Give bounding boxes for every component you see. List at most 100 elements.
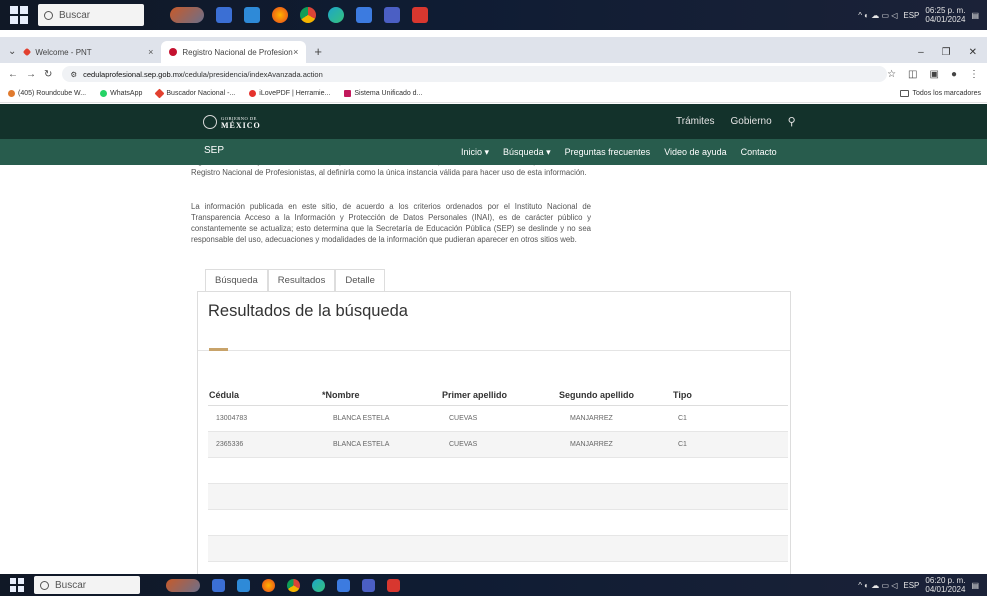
col-cedula[interactable]: Cédula (208, 386, 321, 406)
language-indicator[interactable]: ESP (903, 581, 919, 590)
tab-welcome-pnt[interactable]: Welcome - PNT × (16, 41, 161, 63)
site-info-icon[interactable]: ⚙ (70, 70, 77, 79)
gob-mx-logo[interactable]: GOBIERNO DE MÉXICO (203, 114, 261, 129)
new-tab-icon[interactable]: + (314, 44, 322, 59)
calendar-icon[interactable] (216, 7, 232, 23)
clock[interactable]: 06:20 p. m. 04/01/2024 (925, 576, 965, 594)
notifications-icon[interactable]: ▤ (971, 581, 979, 590)
main-nav: Inicio ▾ Búsqueda ▾ Preguntas frecuentes… (461, 147, 777, 158)
taskbar-apps (170, 7, 428, 23)
nav-video-de-ayuda[interactable]: Video de ayuda (664, 147, 726, 158)
extensions-icon[interactable]: ◫ (908, 69, 917, 80)
cell-tipo: C1 (672, 405, 788, 432)
teams-icon[interactable] (384, 7, 400, 23)
divider (198, 350, 790, 351)
windows-start-icon[interactable] (10, 578, 24, 592)
window-controls: – ❐ ✕ (918, 47, 977, 58)
close-window-icon[interactable]: ✕ (969, 47, 977, 58)
gov-header: GOBIERNO DE MÉXICO Trámites Gobierno ⚲ (0, 104, 987, 139)
tray-icons[interactable]: ^ ◐ ☁ ▭ ◁ (858, 11, 897, 20)
results-table: Cédula *Nombre Primer apellido Segundo a… (208, 386, 788, 574)
chrome-icon[interactable] (300, 7, 316, 23)
bookmark-star-icon[interactable]: ☆ (887, 69, 896, 80)
table-row[interactable]: 13004783 BLANCA ESTELA CUEVAS MANJARREZ … (208, 405, 788, 432)
nav-preguntas-frecuentes[interactable]: Preguntas frecuentes (565, 147, 651, 158)
store-icon[interactable] (356, 7, 372, 23)
calendar-icon[interactable] (212, 578, 225, 592)
subtab-resultados[interactable]: Resultados (267, 269, 336, 291)
disclaimer-paragraph-1: registrados títulos y cuenten con cédula… (191, 165, 591, 177)
all-bookmarks-folder[interactable]: Todos los marcadores (899, 90, 981, 97)
profile-icon[interactable]: ● (951, 69, 957, 80)
caret-down-icon: ▾ (543, 147, 551, 157)
tray-icons[interactable]: ^ ◐ ☁ ▭ ◁ (858, 581, 897, 590)
table-row[interactable]: 2365336 BLANCA ESTELA CUEVAS MANJARREZ C… (208, 431, 788, 458)
fox-icon[interactable] (170, 7, 204, 23)
search-icon[interactable]: ⚲ (788, 115, 796, 128)
edge-icon[interactable] (312, 578, 325, 592)
whatsapp-icon (100, 90, 108, 97)
tab-list-icon[interactable]: ⌄ (8, 46, 16, 57)
chrome-icon[interactable] (287, 578, 300, 592)
pdf-icon[interactable] (412, 7, 428, 23)
bookmark-roundcube[interactable]: (405) Roundcube W... (8, 90, 86, 97)
forward-icon[interactable]: → (26, 69, 36, 80)
store-icon[interactable] (337, 578, 350, 592)
link-tramites[interactable]: Trámites (676, 116, 715, 127)
col-tipo[interactable]: Tipo (672, 386, 788, 406)
pnt-favicon-icon (23, 47, 32, 57)
nav-inicio[interactable]: Inicio ▾ (461, 147, 489, 158)
col-primer-apellido[interactable]: Primer apellido (441, 386, 558, 406)
close-tab-icon[interactable]: × (148, 47, 153, 57)
windows-start-icon[interactable] (10, 6, 28, 24)
pdf-icon[interactable] (387, 578, 400, 592)
link-gobierno[interactable]: Gobierno (731, 116, 772, 127)
edge-icon[interactable] (328, 7, 344, 23)
url-field[interactable]: ⚙ cedulaprofesional.sep.gob.mx/cedula/pr… (62, 66, 888, 82)
fox-icon[interactable] (166, 578, 200, 592)
subtab-detalle[interactable]: Detalle (335, 269, 385, 291)
page-content: registrados títulos y cuenten con cédula… (0, 165, 987, 574)
language-indicator[interactable]: ESP (903, 11, 919, 20)
minimize-icon[interactable]: – (918, 47, 924, 58)
reload-icon[interactable]: ↻ (44, 69, 52, 80)
bookmark-sistema-unificado[interactable]: Sistema Unificado d... (344, 90, 422, 97)
empty-row (208, 509, 788, 536)
sep-title[interactable]: SEP (204, 145, 224, 156)
mail-icon[interactable] (237, 578, 250, 592)
notifications-icon[interactable]: ▤ (971, 11, 979, 20)
close-tab-icon[interactable]: × (293, 47, 298, 57)
toolbar-icons: ☆ ◫ ▣ ● ⋮ (887, 69, 979, 80)
empty-row (208, 457, 788, 484)
firefox-icon[interactable] (262, 578, 275, 592)
teams-icon[interactable] (362, 578, 375, 592)
cell-primer-apellido: CUEVAS (441, 431, 558, 458)
results-subtabs: Búsqueda Resultados Detalle (205, 269, 385, 291)
results-title: Resultados de la búsqueda (208, 302, 408, 320)
firefox-icon[interactable] (272, 7, 288, 23)
col-segundo-apellido[interactable]: Segundo apellido (558, 386, 672, 406)
bookmark-buscador-nacional[interactable]: Buscador Nacional -... (154, 88, 235, 99)
sidebar-icon[interactable]: ▣ (930, 69, 939, 80)
bookmark-whatsapp[interactable]: WhatsApp (100, 90, 142, 97)
tab-registro-nacional[interactable]: Registro Nacional de Profesion × (161, 41, 307, 63)
menu-icon[interactable]: ⋮ (969, 69, 979, 80)
bookmark-ilovepdf[interactable]: iLovePDF | Herramie... (249, 90, 330, 97)
taskbar-search-input[interactable]: Buscar (38, 4, 144, 26)
maximize-icon[interactable]: ❐ (942, 47, 951, 58)
subtab-busqueda[interactable]: Búsqueda (205, 269, 268, 291)
sep-favicon-icon (169, 48, 178, 56)
sep-header: SEP Inicio ▾ Búsqueda ▾ Preguntas frecue… (0, 139, 987, 165)
taskbar-search-input[interactable]: Buscar (34, 576, 140, 594)
empty-row (208, 535, 788, 562)
nav-busqueda[interactable]: Búsqueda ▾ (503, 147, 551, 158)
table-header-row: Cédula *Nombre Primer apellido Segundo a… (208, 386, 788, 406)
bottom-taskbar: Buscar ^ ◐ ☁ ▭ ◁ ESP 06:20 p. m. 04/01/2… (0, 574, 987, 596)
clock[interactable]: 06:25 p. m. 04/01/2024 (925, 6, 965, 24)
nav-contacto[interactable]: Contacto (741, 147, 777, 158)
system-tray: ^ ◐ ☁ ▭ ◁ ESP 06:25 p. m. 04/01/2024 ▤ (858, 6, 979, 24)
col-nombre[interactable]: *Nombre (321, 386, 441, 406)
mail-icon[interactable] (244, 7, 260, 23)
gov-links: Trámites Gobierno ⚲ (676, 115, 796, 128)
back-icon[interactable]: ← (8, 69, 18, 80)
